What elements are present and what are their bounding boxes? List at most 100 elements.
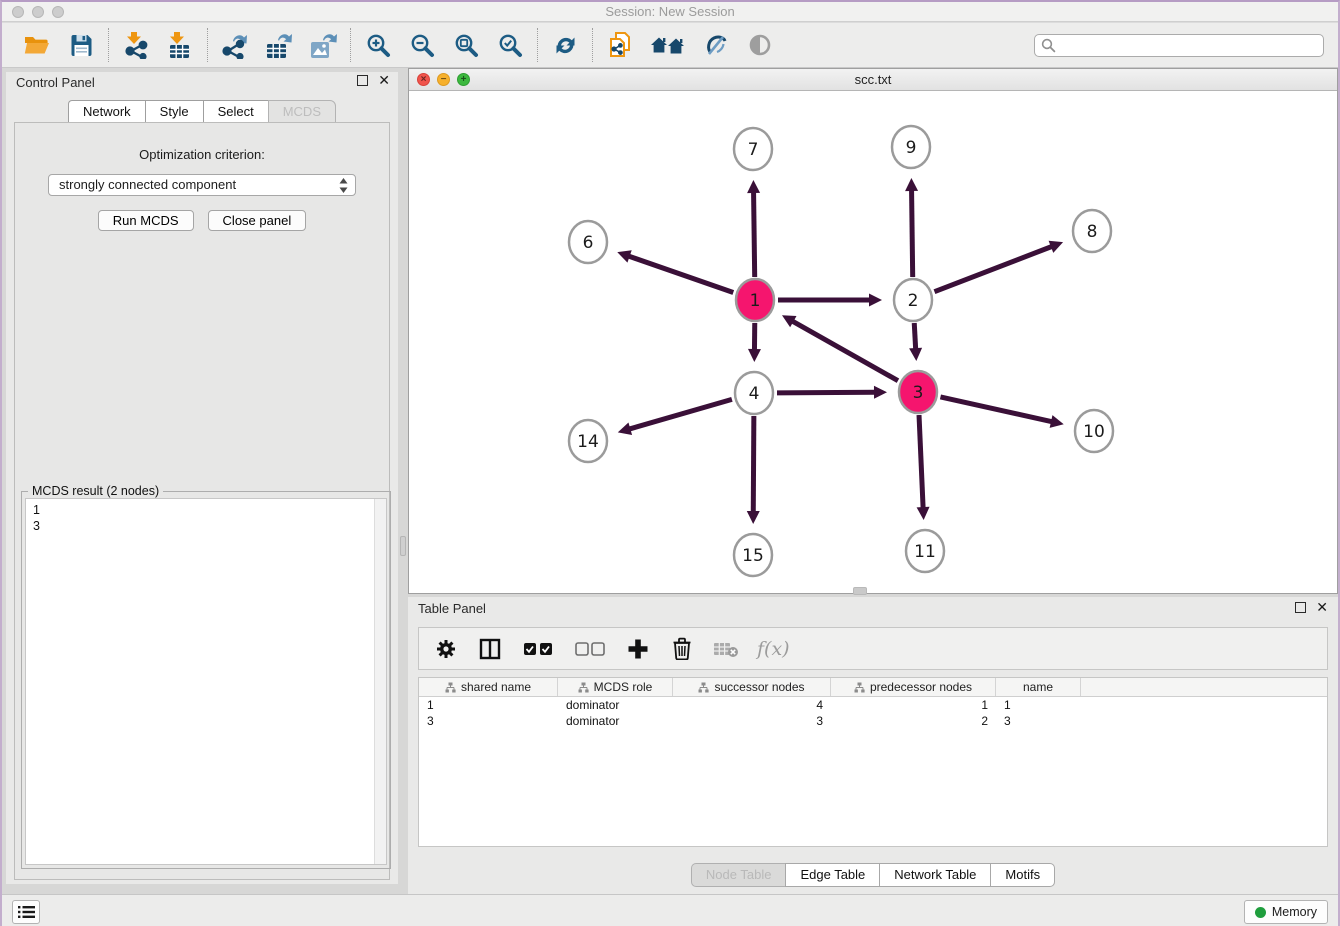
toggle-graphics-details-button[interactable] bbox=[701, 30, 731, 60]
duplicate-network-icon bbox=[607, 31, 634, 59]
column-header-successor-nodes[interactable]: successor nodes bbox=[673, 678, 831, 696]
table-settings-button[interactable] bbox=[433, 636, 459, 662]
graph-node-3[interactable]: 3 bbox=[899, 371, 937, 413]
close-panel-button[interactable]: Close panel bbox=[208, 210, 307, 231]
graph-edge-arrow bbox=[909, 348, 922, 361]
refresh-layout-button[interactable] bbox=[550, 30, 580, 60]
show-all-columns-button[interactable] bbox=[521, 636, 555, 662]
table-row[interactable]: 3 dominator 3 2 3 bbox=[419, 713, 1327, 729]
graph-edge-3-1[interactable] bbox=[792, 321, 898, 381]
plus-icon bbox=[627, 638, 649, 660]
graph-node-11[interactable]: 11 bbox=[906, 530, 944, 572]
create-column-button[interactable] bbox=[625, 636, 651, 662]
graph-node-8[interactable]: 8 bbox=[1073, 210, 1111, 252]
tab-network-table[interactable]: Network Table bbox=[879, 863, 990, 887]
horizontal-splitter-handle[interactable] bbox=[853, 587, 867, 595]
graph-edge-arrow bbox=[917, 507, 930, 520]
tab-network[interactable]: Network bbox=[68, 100, 145, 124]
graph-node-10[interactable]: 10 bbox=[1075, 410, 1113, 452]
graph-edge-4-3[interactable] bbox=[777, 392, 876, 393]
result-scrollbar[interactable] bbox=[374, 499, 386, 864]
import-table-button[interactable] bbox=[165, 30, 195, 60]
close-panel-icon[interactable]: ✕ bbox=[378, 75, 390, 86]
network-window-titlebar: × − + scc.txt bbox=[409, 69, 1337, 91]
graph-node-4[interactable]: 4 bbox=[735, 372, 773, 414]
tab-style[interactable]: Style bbox=[145, 100, 203, 124]
graph-node-1[interactable]: 1 bbox=[736, 279, 774, 321]
graph-node-9[interactable]: 9 bbox=[892, 126, 930, 168]
zoom-out-button[interactable] bbox=[407, 30, 437, 60]
delete-table-button[interactable] bbox=[713, 636, 739, 662]
column-header-shared-name[interactable]: shared name bbox=[419, 678, 558, 696]
column-header-mcds-role[interactable]: MCDS role bbox=[558, 678, 673, 696]
network-canvas[interactable]: 7 9 6 8 1 2 4 3 14 10 15 11 bbox=[409, 91, 1337, 593]
zoom-selected-button[interactable] bbox=[495, 30, 525, 60]
column-header-name[interactable]: name bbox=[996, 678, 1081, 696]
tab-mcds[interactable]: MCDS bbox=[268, 100, 336, 124]
birdseye-view-button[interactable] bbox=[745, 30, 775, 60]
graph-node-14[interactable]: 14 bbox=[569, 420, 607, 462]
tab-select[interactable]: Select bbox=[203, 100, 268, 124]
graph-node-label: 3 bbox=[913, 383, 924, 403]
graph-node-label: 4 bbox=[749, 384, 760, 404]
graph-node-7[interactable]: 7 bbox=[734, 128, 772, 170]
table-panel-title: Table Panel bbox=[418, 601, 486, 616]
save-icon bbox=[70, 34, 93, 57]
cell-predecessor-nodes: 1 bbox=[831, 697, 996, 713]
hide-all-columns-button[interactable] bbox=[573, 636, 607, 662]
export-network-button[interactable] bbox=[220, 30, 250, 60]
import-network-button[interactable] bbox=[121, 30, 151, 60]
memory-button[interactable]: Memory bbox=[1244, 900, 1328, 924]
zoom-fit-button[interactable] bbox=[451, 30, 481, 60]
export-network-icon bbox=[221, 32, 249, 59]
export-table-button[interactable] bbox=[264, 30, 294, 60]
search-input[interactable] bbox=[1034, 34, 1324, 57]
cell-mcds-role: dominator bbox=[558, 713, 673, 729]
graph-edge-3-11[interactable] bbox=[919, 415, 923, 509]
column-header-predecessor-nodes[interactable]: predecessor nodes bbox=[831, 678, 996, 696]
cell-name: 1 bbox=[996, 697, 1081, 713]
delete-column-button[interactable] bbox=[669, 636, 695, 662]
select-columns-button[interactable] bbox=[477, 636, 503, 662]
graph-edge-1-6[interactable] bbox=[628, 256, 734, 293]
graph-edge-2-9[interactable] bbox=[912, 189, 913, 277]
run-mcds-button[interactable]: Run MCDS bbox=[98, 210, 194, 231]
trash-icon bbox=[672, 637, 692, 660]
open-session-button[interactable] bbox=[22, 30, 52, 60]
network-window-title: scc.txt bbox=[409, 72, 1337, 87]
graph-node-6[interactable]: 6 bbox=[569, 221, 607, 263]
show-networks-home-button[interactable] bbox=[649, 30, 687, 60]
zoom-in-button[interactable] bbox=[363, 30, 393, 60]
graph-edge-4-15[interactable] bbox=[753, 416, 754, 513]
graph-edge-1-7[interactable] bbox=[754, 191, 755, 277]
graph-edge-3-10[interactable] bbox=[940, 397, 1053, 422]
node-table[interactable]: shared name MCDS role successor nodes pr… bbox=[418, 677, 1328, 847]
function-builder-button[interactable]: f(x) bbox=[757, 638, 790, 660]
criterion-dropdown[interactable]: strongly connected component bbox=[48, 174, 356, 196]
mcds-result-box: MCDS result (2 nodes) 1 3 bbox=[21, 491, 391, 869]
save-session-button[interactable] bbox=[66, 30, 96, 60]
export-image-button[interactable] bbox=[308, 30, 338, 60]
tab-motifs[interactable]: Motifs bbox=[990, 863, 1055, 887]
show-log-button[interactable] bbox=[12, 900, 40, 924]
graph-node-label: 8 bbox=[1087, 222, 1098, 242]
graph-node-label: 10 bbox=[1083, 422, 1105, 442]
duplicate-network-button[interactable] bbox=[605, 30, 635, 60]
float-panel-icon[interactable] bbox=[357, 75, 368, 86]
graph-edge-2-8[interactable] bbox=[934, 246, 1052, 292]
graph-edge-4-14[interactable] bbox=[628, 399, 732, 429]
close-table-panel-icon[interactable]: ✕ bbox=[1316, 602, 1328, 613]
graph-edge-2-3[interactable] bbox=[914, 323, 915, 350]
graph-edge-arrow bbox=[747, 180, 760, 193]
zoom-selected-icon bbox=[498, 33, 523, 58]
graph-node-15[interactable]: 15 bbox=[734, 534, 772, 576]
tab-edge-table[interactable]: Edge Table bbox=[785, 863, 879, 887]
mcds-result-area[interactable]: 1 3 bbox=[25, 498, 387, 865]
vertical-splitter-handle[interactable] bbox=[400, 536, 406, 556]
float-table-panel-icon[interactable] bbox=[1295, 602, 1306, 613]
tab-node-table[interactable]: Node Table bbox=[691, 863, 786, 887]
table-row[interactable]: 1 dominator 4 1 1 bbox=[419, 697, 1327, 713]
column-header-filler bbox=[1081, 678, 1327, 696]
network-graph[interactable]: 7 9 6 8 1 2 4 3 14 10 15 11 bbox=[409, 91, 1337, 593]
graph-node-2[interactable]: 2 bbox=[894, 279, 932, 321]
